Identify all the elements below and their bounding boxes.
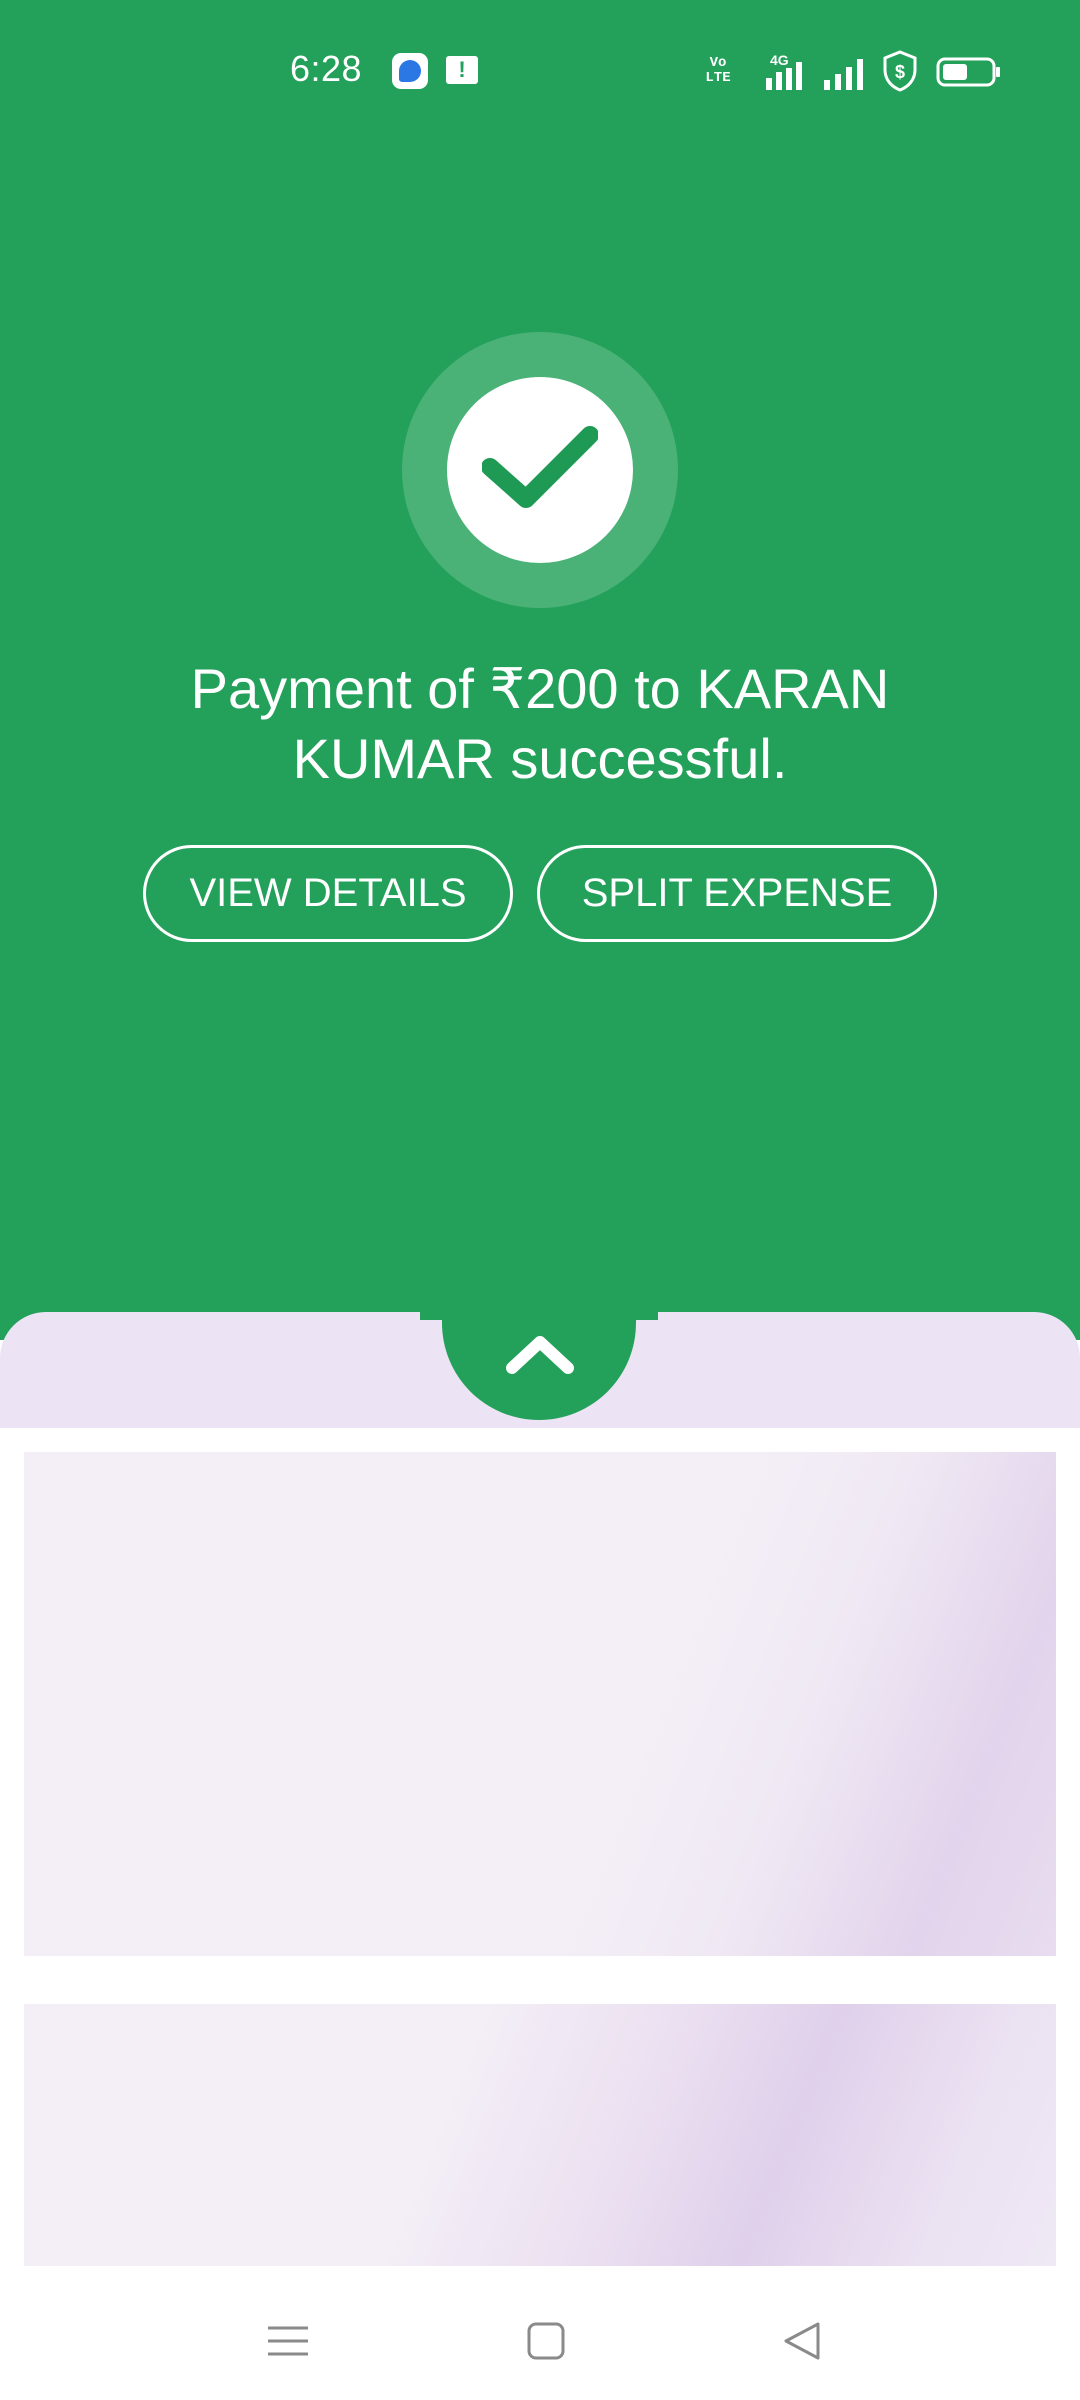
signal-strength-icon (824, 59, 863, 90)
view-details-button[interactable]: VIEW DETAILS (143, 845, 513, 942)
svg-text:4G: 4G (770, 52, 789, 68)
system-navigation-bar (0, 2276, 1080, 2400)
status-time: 6:28 (290, 48, 363, 89)
security-shield-icon: $ (883, 50, 917, 92)
message-alert-icon: ! (446, 56, 478, 84)
battery-icon (936, 57, 1000, 87)
home-icon[interactable] (516, 2316, 576, 2366)
app-notification-icon (392, 53, 428, 89)
payment-success-message: Payment of ₹200 to KARAN KUMAR successfu… (190, 657, 890, 790)
volte-icon: Vo LTE (705, 55, 731, 86)
checkmark-icon (482, 426, 598, 508)
back-icon[interactable] (774, 2316, 834, 2366)
success-badge (402, 332, 678, 608)
loading-placeholder-card (24, 1452, 1056, 1956)
chevron-up-icon[interactable] (500, 1330, 580, 1380)
svg-text:$: $ (895, 62, 905, 82)
signal-4g-icon: 4G (766, 52, 802, 90)
split-expense-button[interactable]: SPLIT EXPENSE (537, 845, 937, 942)
recent-apps-icon[interactable] (258, 2316, 318, 2366)
success-circle (447, 377, 633, 563)
status-bar: 6:28 ! Vo LTE 4G $ (0, 0, 1080, 140)
loading-placeholder-card (24, 2004, 1056, 2266)
